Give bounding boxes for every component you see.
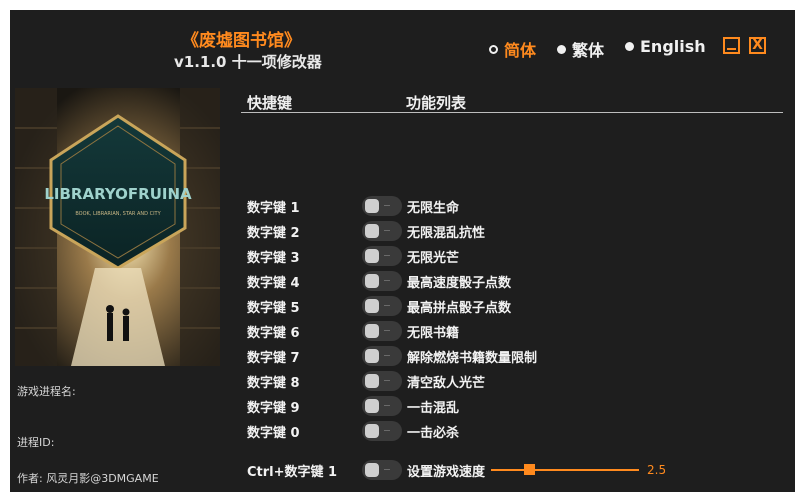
hotkey-label: 数字键 1 — [247, 200, 300, 216]
toggle-dash-icon — [384, 430, 390, 431]
toggle-knob — [365, 424, 379, 438]
cheat-row: 数字键 3 无限光芒 — [247, 245, 459, 267]
cheat-toggle[interactable] — [362, 246, 402, 266]
cheat-row: 数字键 4 最高速度骰子点数 — [247, 270, 511, 292]
header-divider — [241, 112, 783, 113]
toggle-knob — [365, 399, 379, 413]
cheat-toggle[interactable] — [362, 271, 402, 291]
hotkey-label: 数字键 3 — [247, 250, 300, 266]
cheat-row: 数字键 5 最高拼点骰子点数 — [247, 295, 511, 317]
toggle-dash-icon — [384, 469, 390, 470]
toggle-dash-icon — [384, 330, 390, 331]
hotkey-label: 数字键 6 — [247, 325, 300, 341]
game-title: 《废墟图书馆》 — [182, 31, 301, 51]
hotkey-label: 数字键 2 — [247, 225, 300, 241]
cheat-name: 最高拼点骰子点数 — [407, 300, 512, 316]
cheat-row: 数字键 2 无限混乱抗性 — [247, 220, 485, 242]
hotkey-label: 数字键 0 — [247, 425, 300, 441]
cheat-name: 最高速度骰子点数 — [407, 275, 512, 291]
speed-slider[interactable] — [491, 460, 640, 480]
toggle-dash-icon — [384, 355, 390, 356]
cheat-name: 无限光芒 — [407, 250, 460, 266]
minimize-button[interactable] — [723, 37, 740, 54]
toggle-dash-icon — [384, 305, 390, 306]
cheat-name: 清空敌人光芒 — [407, 375, 486, 391]
game-cover-image: LIBRARYOFRUINA BOOK, LIBRARIAN, STAR AND… — [15, 88, 220, 366]
cheat-row: 数字键 0 一击必杀 — [247, 420, 459, 442]
radio-dot-icon — [625, 42, 634, 51]
slider-track — [491, 469, 640, 471]
toggle-knob — [365, 349, 379, 363]
trainer-window: 《废墟图书馆》 v1.1.0 十一项修改器 简体 繁体 English X LI… — [10, 10, 795, 492]
cheat-name: 一击混乱 — [407, 400, 460, 416]
cheat-row: 数字键 8 清空敌人光芒 — [247, 370, 485, 392]
cheat-toggle[interactable] — [362, 296, 402, 316]
toggle-dash-icon — [384, 380, 390, 381]
radio-selected-icon — [489, 44, 498, 54]
toggle-knob — [365, 463, 379, 477]
trainer-version: v1.1.0 十一项修改器 — [174, 53, 322, 71]
author-label: 作者: 风灵月影@3DMGAME — [17, 472, 159, 485]
svg-text:BOOK, LIBRARIAN, STAR AND CITY: BOOK, LIBRARIAN, STAR AND CITY — [75, 211, 161, 217]
cheat-row: 数字键 1 无限生命 — [247, 195, 459, 217]
close-button[interactable]: X — [749, 37, 766, 54]
lang-simplified[interactable]: 简体 — [489, 37, 536, 61]
cheat-name: 无限混乱抗性 — [407, 225, 486, 241]
cheat-name: 解除燃烧书籍数量限制 — [407, 350, 538, 366]
hotkey-label: 数字键 8 — [247, 375, 300, 391]
cheat-toggle[interactable] — [362, 321, 402, 341]
cheat-toggle[interactable] — [362, 221, 402, 241]
cheat-name: 一击必杀 — [407, 425, 460, 441]
toggle-knob — [365, 324, 379, 338]
hotkey-label: 数字键 4 — [247, 275, 300, 291]
cheat-toggle[interactable] — [362, 396, 402, 416]
toggle-dash-icon — [384, 405, 390, 406]
speed-value: 2.5 — [647, 463, 667, 477]
toggle-knob — [365, 224, 379, 238]
hotkey-label: 数字键 5 — [247, 300, 300, 316]
process-id-label: 进程ID: — [17, 436, 55, 449]
toggle-knob — [365, 274, 379, 288]
hotkey-label: 数字键 7 — [247, 350, 300, 366]
features-header: 功能列表 — [406, 94, 467, 112]
svg-text:LIBRARYOFRUINA: LIBRARYOFRUINA — [44, 185, 192, 203]
speed-toggle[interactable] — [362, 460, 402, 480]
hotkey-label: 数字键 9 — [247, 400, 300, 416]
toggle-knob — [365, 249, 379, 263]
cheat-toggle[interactable] — [362, 346, 402, 366]
process-name-label: 游戏进程名: — [17, 385, 76, 398]
cheat-toggle[interactable] — [362, 371, 402, 391]
cheat-row: 数字键 9 一击混乱 — [247, 395, 459, 417]
cheat-name: 无限书籍 — [407, 325, 460, 341]
hotkey-header: 快捷键 — [247, 94, 293, 112]
radio-dot-icon — [557, 44, 566, 54]
cheat-toggle[interactable] — [362, 421, 402, 441]
cheat-name: 无限生命 — [407, 200, 460, 216]
toggle-dash-icon — [384, 230, 390, 231]
toggle-dash-icon — [384, 255, 390, 256]
toggle-dash-icon — [384, 205, 390, 206]
cheat-toggle[interactable] — [362, 196, 402, 216]
cheat-row: 数字键 7 解除燃烧书籍数量限制 — [247, 345, 537, 367]
lang-traditional[interactable]: 繁体 — [557, 37, 604, 61]
cheat-row: 数字键 6 无限书籍 — [247, 320, 459, 342]
lang-english[interactable]: English — [625, 37, 706, 56]
toggle-knob — [365, 199, 379, 213]
speed-label: 设置游戏速度 — [407, 464, 486, 480]
toggle-knob — [365, 374, 379, 388]
toggle-knob — [365, 299, 379, 313]
toggle-dash-icon — [384, 280, 390, 281]
slider-thumb[interactable] — [524, 464, 536, 475]
speed-row: Ctrl+数字键 1 设置游戏速度 2.5 — [247, 459, 666, 481]
hotkey-label: Ctrl+数字键 1 — [247, 464, 338, 480]
